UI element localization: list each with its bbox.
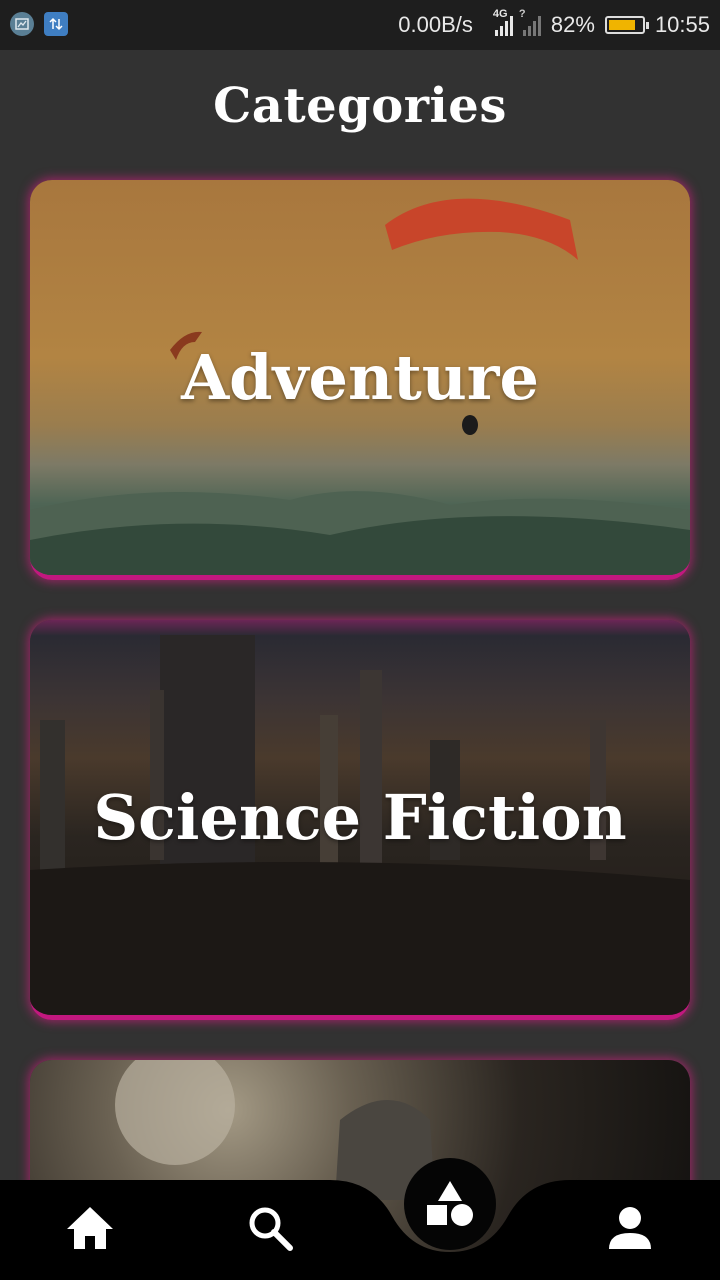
clock: 10:55 bbox=[654, 12, 710, 37]
signal-sim2-icon: ? bbox=[519, 8, 541, 36]
page-title: Categories bbox=[213, 78, 507, 134]
home-icon bbox=[67, 1207, 113, 1249]
data-transfer-notification-icon bbox=[44, 12, 68, 36]
network-speed: 0.00B/s bbox=[398, 12, 473, 37]
categories-shapes-icon bbox=[427, 1181, 473, 1226]
battery-icon bbox=[604, 16, 649, 34]
nav-search-button[interactable] bbox=[240, 1198, 300, 1258]
battery-percent: 82% bbox=[550, 12, 595, 37]
status-bar: 0.00B/s 4G ? 82% 10:55 bbox=[0, 0, 720, 50]
nav-home-button[interactable] bbox=[60, 1198, 120, 1258]
category-label: Adventure bbox=[181, 341, 539, 414]
search-icon bbox=[249, 1207, 293, 1251]
nav-profile-button[interactable] bbox=[600, 1198, 660, 1258]
profile-icon bbox=[609, 1207, 651, 1249]
nav-categories-button[interactable] bbox=[404, 1158, 496, 1250]
category-card-science-fiction[interactable]: Science Fiction bbox=[30, 620, 690, 1020]
signal-4g-icon: 4G bbox=[493, 8, 513, 36]
screenshot-notification-icon bbox=[10, 12, 34, 36]
category-label: Science Fiction bbox=[93, 781, 627, 854]
category-card-adventure[interactable]: Adventure bbox=[30, 180, 690, 580]
